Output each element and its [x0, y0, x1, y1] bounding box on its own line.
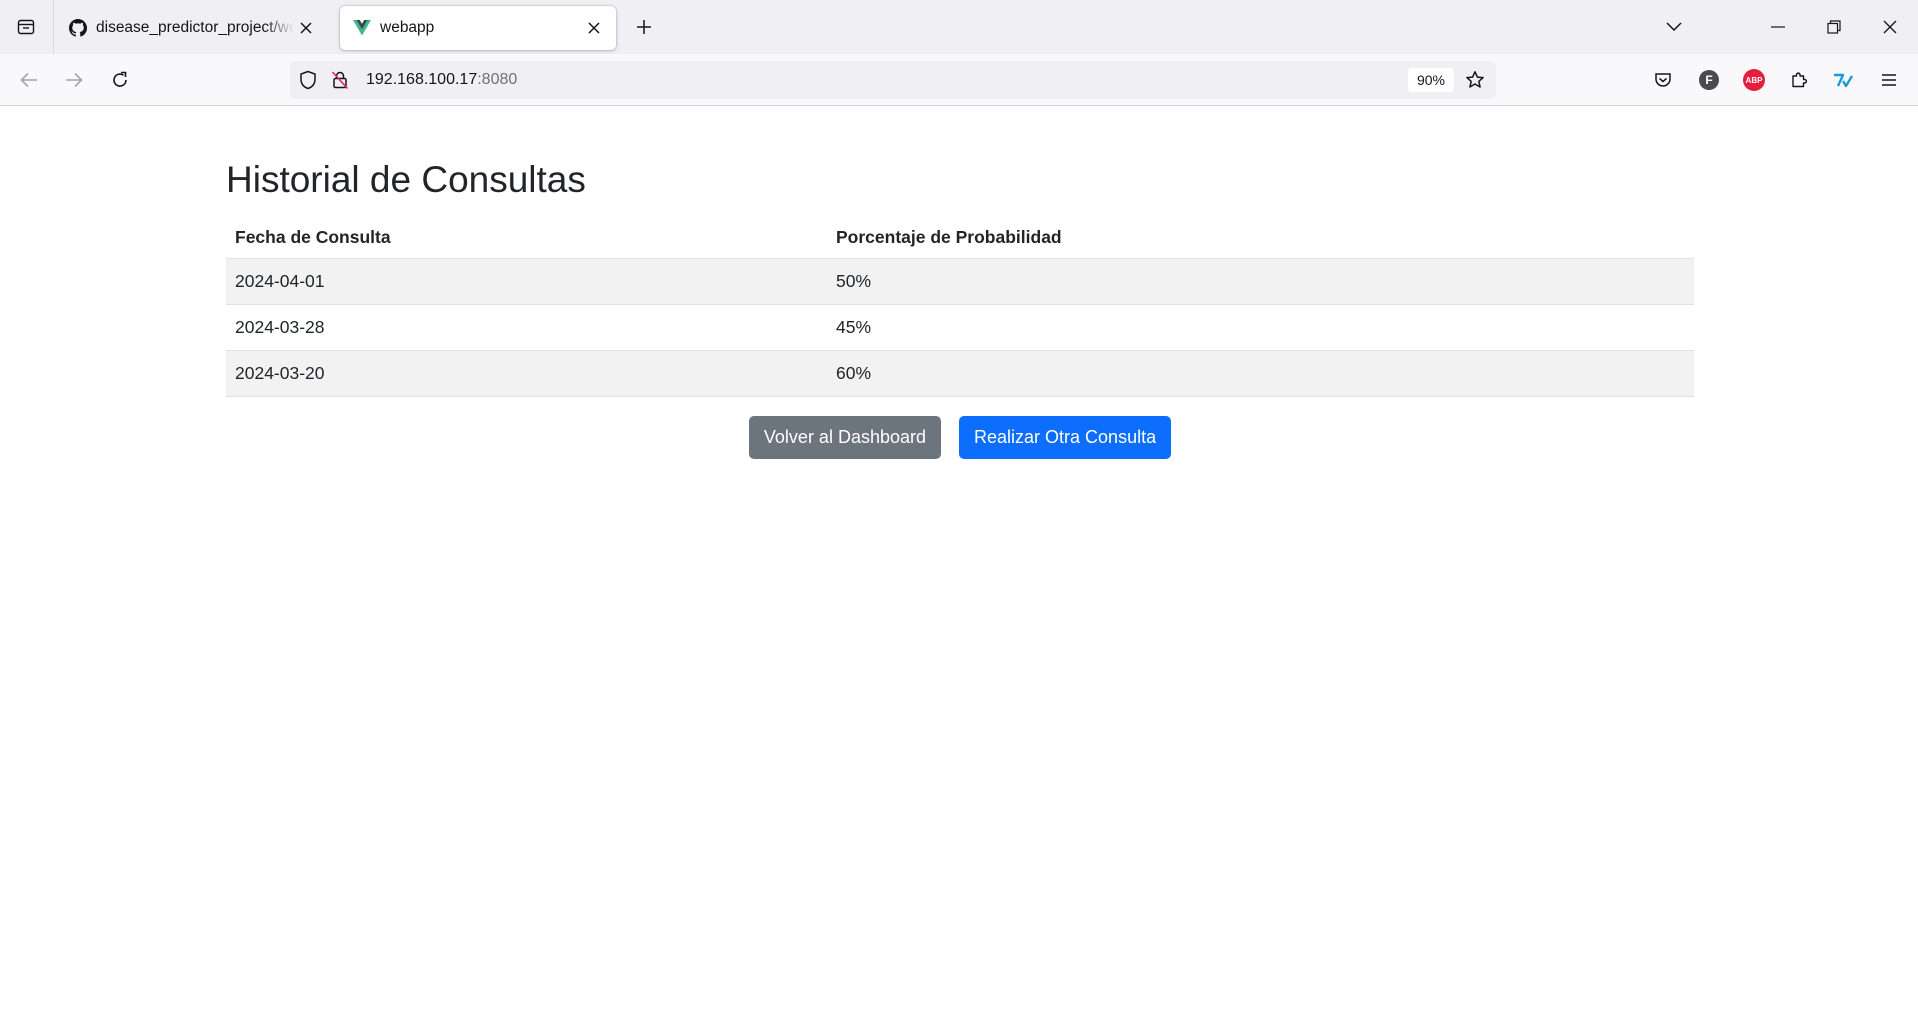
url-text[interactable]: 192.168.100.17:8080 — [366, 71, 517, 89]
date-cell: 2024-03-28 — [226, 304, 827, 351]
address-bar[interactable]: 192.168.100.17:8080 90% — [290, 61, 1496, 99]
table-row: 2024-03-20 60% — [226, 350, 1694, 397]
date-cell: 2024-04-01 — [226, 258, 827, 305]
tab-github[interactable]: disease_predictor_project/webapp — [56, 6, 328, 50]
pocket-button[interactable] — [1645, 62, 1681, 98]
vue-icon — [352, 18, 372, 38]
hamburger-menu-icon — [1882, 74, 1896, 86]
table-header-row: Fecha de Consulta Porcentaje de Probabil… — [226, 218, 1694, 259]
insecure-lock-icon[interactable] — [328, 68, 352, 92]
plus-icon — [637, 20, 651, 34]
list-all-tabs-button[interactable] — [1656, 9, 1692, 45]
action-buttons: Volver al Dashboard Realizar Otra Consul… — [226, 416, 1694, 459]
history-table: Fecha de Consulta Porcentaje de Probabil… — [226, 218, 1694, 397]
profile-extension-button[interactable]: F — [1691, 62, 1727, 98]
github-icon — [68, 18, 88, 38]
page-title: Historial de Consultas — [226, 159, 586, 200]
reload-button[interactable] — [102, 62, 138, 98]
table-row: 2024-03-28 45% — [226, 304, 1694, 351]
table-row: 2024-04-01 50% — [226, 258, 1694, 305]
adblock-icon: ABP — [1743, 69, 1765, 91]
app-menu-button[interactable] — [1871, 62, 1907, 98]
arrow-right-icon — [66, 72, 83, 88]
navigation-toolbar: 192.168.100.17:8080 90% F ABP — [0, 54, 1918, 106]
zoom-level-badge[interactable]: 90% — [1408, 68, 1454, 92]
close-tab-icon[interactable] — [582, 16, 606, 40]
pocket-icon — [1655, 73, 1671, 87]
back-button[interactable] — [11, 62, 47, 98]
minimize-button[interactable] — [1760, 9, 1796, 45]
tab-webapp[interactable]: webapp — [340, 6, 616, 50]
minimize-icon — [1771, 26, 1785, 28]
tab-separator — [53, 0, 54, 54]
translate-extension-button[interactable] — [1826, 62, 1862, 98]
new-tab-button[interactable] — [627, 9, 661, 45]
probability-cell: 50% — [827, 258, 1694, 305]
tab-title: webapp — [380, 19, 435, 36]
profile-letter-icon: F — [1699, 70, 1719, 90]
probability-cell: 45% — [827, 304, 1694, 351]
bookmark-star-icon[interactable] — [1463, 68, 1487, 92]
reload-icon — [113, 71, 127, 87]
close-window-button[interactable] — [1872, 9, 1908, 45]
firefox-view-icon — [17, 19, 35, 35]
puzzle-icon — [1792, 72, 1808, 88]
restore-button[interactable] — [1816, 9, 1852, 45]
column-header-date: Fecha de Consulta — [226, 218, 827, 259]
probability-cell: 60% — [827, 350, 1694, 397]
restore-icon — [1827, 20, 1841, 34]
close-tab-icon[interactable] — [294, 16, 318, 40]
page-viewport: Historial de Consultas Fecha de Consulta… — [0, 107, 1918, 1011]
forward-button[interactable] — [56, 62, 92, 98]
tab-strip: disease_predictor_project/webapp webapp — [0, 0, 1918, 54]
adblock-extension-button[interactable]: ABP — [1736, 62, 1772, 98]
close-icon — [1883, 20, 1897, 34]
new-query-button[interactable]: Realizar Otra Consulta — [959, 416, 1172, 459]
chevron-down-icon — [1666, 22, 1682, 32]
arrow-left-icon — [20, 72, 37, 88]
extensions-button[interactable] — [1781, 62, 1817, 98]
shield-icon[interactable] — [296, 68, 320, 92]
url-port: :8080 — [477, 71, 518, 88]
url-host: 192.168.100.17 — [366, 71, 478, 88]
tab-title: disease_predictor_project/webapp — [96, 19, 294, 36]
translate-extension-icon — [1834, 73, 1854, 88]
back-to-dashboard-button[interactable]: Volver al Dashboard — [748, 416, 942, 459]
date-cell: 2024-03-20 — [226, 350, 827, 397]
column-header-probability: Porcentaje de Probabilidad — [827, 218, 1694, 259]
firefox-view-button[interactable] — [8, 9, 44, 45]
